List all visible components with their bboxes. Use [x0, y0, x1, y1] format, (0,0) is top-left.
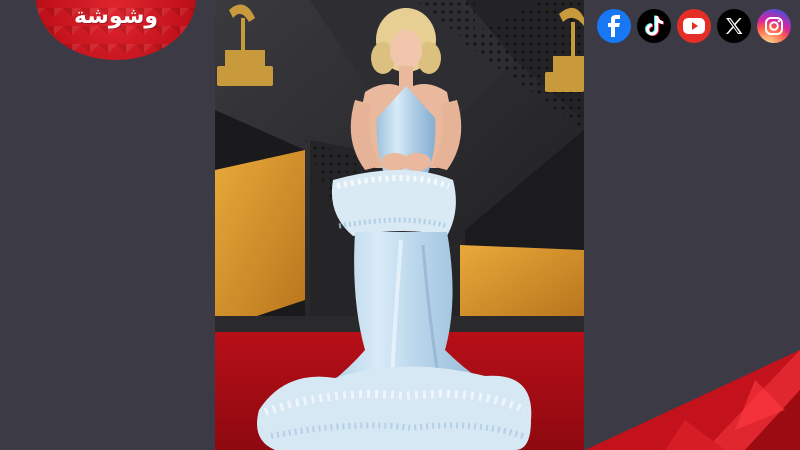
youtube-icon[interactable]	[677, 9, 711, 43]
brand-logo[interactable]: وشوشة	[36, 0, 196, 60]
page: وشوشة	[0, 0, 800, 450]
photo-illustration	[215, 0, 584, 450]
x-glyph	[726, 18, 743, 34]
tiktok-glyph	[645, 15, 664, 36]
youtube-glyph	[683, 18, 705, 34]
social-links	[597, 9, 791, 43]
decor-triangle-pattern	[585, 350, 800, 450]
instagram-glyph	[765, 17, 783, 35]
main-photo	[215, 0, 584, 450]
instagram-icon[interactable]	[757, 9, 791, 43]
x-icon[interactable]	[717, 9, 751, 43]
tiktok-icon[interactable]	[637, 9, 671, 43]
facebook-glyph	[608, 15, 620, 37]
facebook-icon[interactable]	[597, 9, 631, 43]
brand-logo-text: وشوشة	[73, 4, 159, 29]
